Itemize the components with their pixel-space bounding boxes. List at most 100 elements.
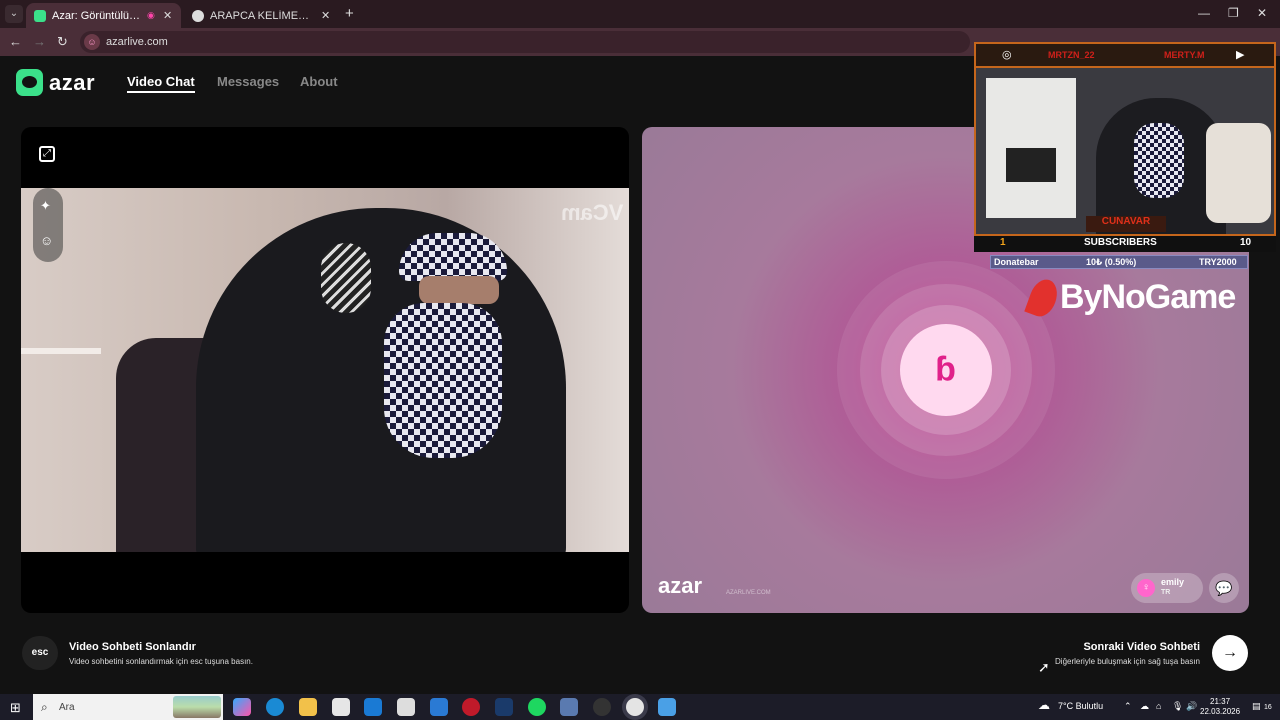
windows-taskbar: ⊞ ⌕ Ara ☁ 7°C Bulutlu ⌃ ☁ ⌂ 🎙 🔊 21:37 22…: [0, 694, 1280, 720]
security-icon[interactable]: [397, 698, 415, 716]
store-icon[interactable]: [332, 698, 350, 716]
clock-time: 21:37: [1210, 697, 1231, 706]
game-app-icon[interactable]: [560, 698, 578, 716]
partner-country: TR: [1161, 589, 1171, 596]
system-clock[interactable]: 21:37 22.03.2026: [1200, 697, 1240, 717]
tab-title: Azar: Görüntülü Sohbet & V: [52, 9, 141, 22]
subs-current: 1: [1000, 237, 1006, 248]
barbie-avatar-icon: ɓ: [935, 350, 956, 389]
restore-icon[interactable]: ❐: [1228, 6, 1239, 20]
vscode-icon[interactable]: [430, 698, 448, 716]
close-window-icon[interactable]: ✕: [1257, 6, 1267, 20]
streamer-webcam: [974, 66, 1276, 236]
youtube-handle: MERTY.M: [1164, 50, 1205, 60]
donate-label: Donatebar: [994, 257, 1039, 267]
bynogame-text: ByNoGame: [1060, 278, 1236, 316]
remote-azar-logo: azar: [658, 573, 703, 598]
notification-count: 16: [1264, 704, 1272, 711]
streamer-name: CUNAVAR: [1086, 216, 1166, 232]
donate-progress: 10₺ (0.50%): [1086, 257, 1137, 267]
notification-icon[interactable]: ▤: [1252, 701, 1261, 712]
end-chat-title: Video Sohbeti Sonlandır: [69, 641, 196, 653]
obs-icon[interactable]: [593, 698, 611, 716]
instagram-handle: MRTZN_22: [1048, 50, 1095, 60]
azar-logo-icon: [16, 69, 43, 96]
file-explorer-icon[interactable]: [299, 698, 317, 716]
mail-icon[interactable]: [364, 698, 382, 716]
local-camera-feed: VCam: [21, 188, 629, 552]
magic-wand-icon[interactable]: ✦: [40, 198, 51, 214]
youtube-icon: ▶: [1236, 49, 1245, 61]
address-bar[interactable]: ☺ azarlive.com: [80, 31, 970, 53]
partner-avatar: ♀: [1137, 579, 1155, 597]
back-icon[interactable]: ←: [9, 34, 22, 49]
microphone-icon[interactable]: 🎙: [1172, 701, 1183, 712]
tab-azar[interactable]: Azar: Görüntülü Sohbet & V ◉ ✕: [26, 3, 181, 28]
end-chat-subtitle: Video sohbetini sonlandırmak için esc tu…: [69, 657, 253, 666]
stream-overlay: ◎ MRTZN_22 MERTY.M ▶ CUNAVAR 1 SUBSCRIBE…: [974, 42, 1276, 269]
site-info-icon[interactable]: ☺: [84, 34, 100, 50]
new-tab-icon[interactable]: +: [345, 5, 354, 22]
azar-favicon-icon: [34, 9, 46, 22]
bynogame-feather-icon: [1024, 275, 1062, 320]
subscribers-bar: 1 SUBSCRIBERS 10: [974, 236, 1276, 252]
opera-icon[interactable]: [462, 698, 480, 716]
vcam-watermark: VCam: [560, 200, 623, 225]
donate-goal: TRY2000: [1199, 257, 1237, 267]
effects-toolbar: ✦ ☺: [33, 188, 63, 262]
search-placeholder: Ara: [59, 702, 75, 713]
tab-search-button[interactable]: ⌄: [5, 5, 23, 23]
forward-icon[interactable]: →: [33, 34, 46, 49]
browser-tabstrip: ⌄ Azar: Görüntülü Sohbet & V ◉ ✕ ARAPCA …: [0, 0, 1280, 28]
tab-arapca[interactable]: ARAPCA KELİMELER OKUNUSL ✕: [184, 3, 339, 28]
search-icon: ⌕: [41, 700, 48, 714]
spotify-icon[interactable]: [528, 698, 546, 716]
nav-video-chat[interactable]: Video Chat: [127, 74, 195, 93]
partner-name: emily: [1161, 577, 1185, 587]
edge-icon[interactable]: [266, 698, 284, 716]
recording-icon: ◉: [147, 10, 155, 20]
subs-label: SUBSCRIBERS: [1084, 237, 1157, 248]
remote-desktop-icon[interactable]: [658, 698, 676, 716]
sticker-face-icon[interactable]: ☺: [40, 233, 53, 248]
close-tab-icon[interactable]: ✕: [163, 9, 173, 22]
next-chat-title: Sonraki Video Sohbeti: [1083, 641, 1200, 653]
expand-icon[interactable]: ⤢: [39, 146, 55, 162]
nav-about[interactable]: About: [300, 74, 338, 89]
clock-date: 22.03.2026: [1200, 707, 1241, 716]
overlay-social-bar: ◎ MRTZN_22 MERTY.M ▶: [974, 42, 1276, 66]
volume-icon[interactable]: 🔊: [1186, 701, 1197, 712]
mouse-cursor-icon: ➚: [1038, 659, 1050, 675]
chat-bubble-icon[interactable]: 💬: [1209, 573, 1239, 603]
subs-goal: 10: [1240, 237, 1252, 248]
remote-logo-url: AZARLIVE.COM: [726, 590, 771, 596]
chrome-icon[interactable]: [626, 698, 644, 716]
azar-logo[interactable]: azar: [16, 69, 95, 96]
azar-logo-text: azar: [49, 69, 96, 95]
search-highlight-image: [173, 696, 221, 718]
minimize-icon[interactable]: —: [1198, 6, 1210, 20]
windows-start-icon[interactable]: ⊞: [10, 700, 21, 716]
next-chat-button[interactable]: →: [1212, 635, 1248, 671]
instagram-icon: ◎: [1002, 49, 1012, 61]
esc-key-button[interactable]: esc: [22, 636, 58, 670]
close-tab-icon[interactable]: ✕: [321, 9, 331, 22]
tab-title: ARAPCA KELİMELER OKUNUSL: [210, 9, 315, 22]
bynogame-logo: ByNoGame: [1024, 275, 1236, 320]
onedrive-icon[interactable]: ☁: [1140, 701, 1149, 712]
copilot-icon[interactable]: [233, 698, 251, 716]
partner-info-pill[interactable]: ♀ emily TR: [1131, 573, 1203, 603]
weather-text[interactable]: 7°C Bulutlu: [1058, 701, 1103, 711]
taskbar-search[interactable]: ⌕ Ara: [33, 694, 223, 720]
next-chat-subtitle: Diğerleriyle buluşmak için sağ tuşa bası…: [1055, 657, 1200, 666]
reload-icon[interactable]: ↻: [57, 34, 68, 50]
url-text: azarlive.com: [106, 36, 168, 48]
cloud-icon: ☁: [1038, 698, 1050, 712]
steam-icon[interactable]: [495, 698, 513, 716]
google-favicon-icon: [192, 9, 204, 22]
donate-bar: Donatebar 10₺ (0.50%) TRY2000: [990, 255, 1248, 269]
chevron-up-icon[interactable]: ⌃: [1124, 701, 1132, 712]
local-video-panel: ⤢ VCam ✦ ☺: [21, 127, 629, 613]
nav-messages[interactable]: Messages: [217, 74, 279, 89]
network-icon[interactable]: ⌂: [1156, 701, 1161, 711]
